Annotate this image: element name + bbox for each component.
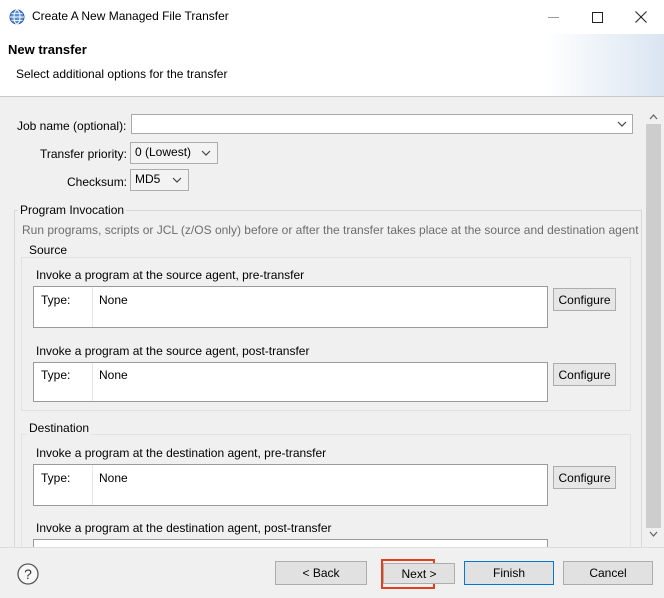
destination-pre-program-box: Type: None: [33, 464, 548, 506]
divider: [92, 287, 93, 327]
source-pre-type-label: Type:: [41, 293, 71, 307]
chevron-down-icon: [172, 177, 182, 183]
maximize-icon: [591, 11, 603, 23]
scroll-down-icon[interactable]: [649, 531, 658, 537]
scrollbar-thumb[interactable]: [646, 124, 661, 528]
chevron-down-icon: [201, 150, 211, 156]
destination-legend: Destination: [27, 421, 92, 435]
program-invocation-description: Run programs, scripts or JCL (z/OS only)…: [22, 223, 639, 237]
help-icon[interactable]: ?: [17, 563, 39, 585]
source-post-label: Invoke a program at the source agent, po…: [36, 344, 310, 358]
close-button[interactable]: [618, 0, 664, 34]
program-invocation-legend: Program Invocation: [18, 203, 127, 217]
divider: [92, 363, 93, 401]
finish-button[interactable]: Finish: [464, 561, 554, 585]
maximize-button[interactable]: [574, 0, 620, 34]
banner-gradient: [544, 34, 664, 96]
checksum-value: MD5: [135, 172, 161, 186]
window-title: Create A New Managed File Transfer: [32, 9, 229, 23]
source-pre-type-value: None: [99, 293, 128, 307]
destination-pre-type-label: Type:: [41, 471, 71, 485]
source-post-type-label: Type:: [41, 368, 71, 382]
close-icon: [635, 11, 647, 23]
wizard-banner: New transfer Select additional options f…: [0, 34, 664, 97]
source-pre-label: Invoke a program at the source agent, pr…: [36, 268, 305, 282]
page-subtitle: Select additional options for the transf…: [16, 67, 228, 81]
source-post-type-value: None: [99, 368, 128, 382]
scroll-up-icon[interactable]: [649, 114, 658, 120]
priority-label: Transfer priority:: [40, 147, 127, 161]
source-post-configure-button[interactable]: Configure: [553, 363, 616, 386]
destination-post-label: Invoke a program at the destination agen…: [36, 521, 332, 535]
back-button[interactable]: < Back: [275, 561, 367, 585]
destination-pre-type-value: None: [99, 471, 128, 485]
cancel-button[interactable]: Cancel: [563, 561, 653, 585]
destination-pre-configure-button[interactable]: Configure: [553, 466, 616, 489]
priority-value: 0 (Lowest): [135, 145, 192, 159]
app-globe-icon: [9, 9, 25, 25]
checksum-label: Checksum:: [67, 175, 128, 189]
divider: [92, 465, 93, 505]
title-bar: Create A New Managed File Transfer: [0, 0, 664, 34]
next-button[interactable]: Next >: [383, 563, 455, 584]
job-name-combo[interactable]: [131, 114, 633, 134]
minimize-button[interactable]: [530, 0, 576, 34]
svg-text:?: ?: [24, 566, 32, 582]
minimize-icon: [547, 16, 559, 18]
source-pre-configure-button[interactable]: Configure: [553, 288, 616, 311]
source-pre-program-box: Type: None: [33, 286, 548, 328]
priority-select[interactable]: 0 (Lowest): [130, 142, 218, 164]
source-legend: Source: [27, 243, 70, 257]
source-post-program-box: Type: None: [33, 362, 548, 402]
job-name-label: Job name (optional):: [17, 119, 127, 133]
destination-pre-label: Invoke a program at the destination agen…: [36, 446, 327, 460]
page-title: New transfer: [8, 42, 87, 57]
checksum-select[interactable]: MD5: [130, 169, 189, 191]
chevron-down-icon: [617, 121, 627, 127]
